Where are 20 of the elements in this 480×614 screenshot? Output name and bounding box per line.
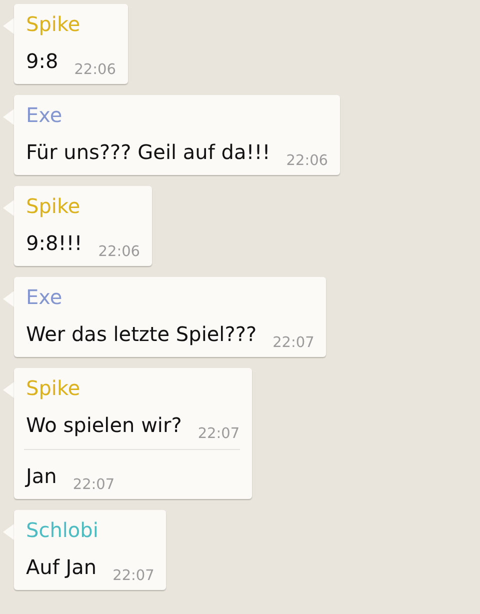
message-text: Für uns??? Geil auf da!!! (26, 139, 270, 166)
message-text: Wer das letzte Spiel??? (26, 321, 257, 348)
sender-name: Exe (26, 102, 62, 129)
message-text: Jan (26, 463, 57, 490)
message-time: 22:07 (112, 567, 154, 585)
message-text: Wo spielen wir? (26, 412, 182, 439)
message-time: 22:06 (98, 243, 140, 261)
message-time: 22:07 (272, 334, 314, 352)
sender-name: Schlobi (26, 517, 98, 544)
message-text: 9:8!!! (26, 230, 82, 257)
message-time: 22:06 (74, 61, 116, 79)
sender-name: Exe (26, 284, 62, 311)
message-time: 22:07 (198, 425, 240, 443)
sender-name: Spike (26, 375, 80, 402)
sender-name: Spike (26, 193, 80, 220)
message-time: 22:07 (72, 476, 115, 494)
sender-name: Spike (26, 11, 80, 38)
message-text: Auf Jan (26, 554, 97, 581)
message-time: 22:06 (286, 152, 328, 170)
message-text: 9:8 (26, 48, 58, 75)
